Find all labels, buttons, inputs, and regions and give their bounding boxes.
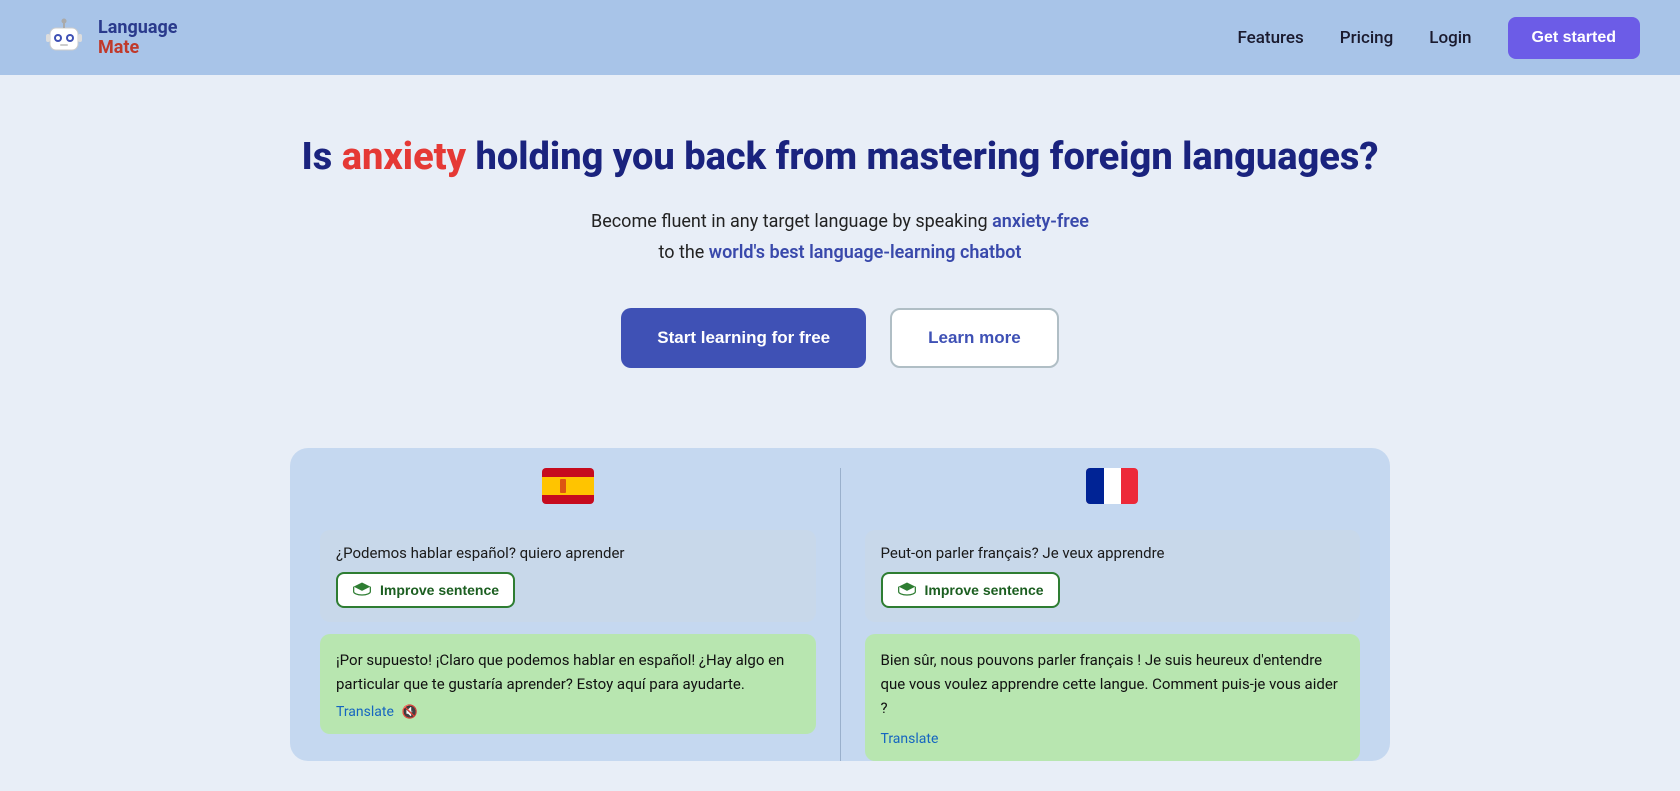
improve-sentence-button-es[interactable]: Improve sentence — [336, 572, 515, 608]
logo-mate-text: Mate — [98, 38, 177, 58]
improve-label-es: Improve sentence — [380, 582, 499, 598]
logo-text: Language Mate — [98, 18, 177, 58]
hero-subtext: Become fluent in any target language by … — [20, 207, 1660, 268]
sub-world-best: world's best language-learning chatbot — [709, 242, 1022, 263]
hero-heading: Is anxiety holding you back from masteri… — [20, 135, 1660, 179]
nav-features-link[interactable]: Features — [1237, 28, 1303, 48]
french-chat-panel: Peut-on parler français? Je veux apprend… — [865, 468, 1361, 761]
navbar: Language Mate Features Pricing Login Get… — [0, 0, 1680, 75]
spanish-bot-bubble: ¡Por supuesto! ¡Claro que podemos hablar… — [320, 634, 816, 734]
logo-language-text: Language — [98, 18, 177, 38]
logo[interactable]: Language Mate — [40, 14, 177, 62]
heading-part2: holding you back from mastering foreign … — [466, 135, 1378, 179]
improve-label-fr: Improve sentence — [925, 582, 1044, 598]
learn-more-button[interactable]: Learn more — [890, 308, 1059, 368]
spanish-chat-panel: ¿Podemos hablar español? quiero aprender… — [320, 468, 816, 761]
heading-anxiety: anxiety — [342, 135, 466, 179]
nav-login-link[interactable]: Login — [1429, 28, 1471, 48]
spanish-bot-text: ¡Por supuesto! ¡Claro que podemos hablar… — [336, 648, 800, 696]
hero-buttons: Start learning for free Learn more — [20, 308, 1660, 368]
spanish-user-text: ¿Podemos hablar español? quiero aprender — [336, 544, 800, 562]
spanish-flag-icon — [542, 468, 594, 504]
start-learning-button[interactable]: Start learning for free — [621, 308, 866, 368]
sub-part2: to the — [659, 242, 709, 263]
french-bot-bubble: Bien sûr, nous pouvons parler français !… — [865, 634, 1361, 761]
get-started-button[interactable]: Get started — [1508, 17, 1640, 59]
panel-divider — [840, 468, 841, 761]
improve-sentence-button-fr[interactable]: Improve sentence — [881, 572, 1060, 608]
french-translate-link[interactable]: Translate — [881, 731, 939, 747]
french-bot-text: Bien sûr, nous pouvons parler français !… — [881, 648, 1345, 720]
french-user-text: Peut-on parler français? Je veux apprend… — [881, 544, 1345, 562]
sub-part1: Become fluent in any target language by … — [591, 211, 992, 232]
hero-section: Is anxiety holding you back from masteri… — [0, 75, 1680, 448]
graduation-icon-fr — [897, 580, 917, 600]
heading-part1: Is — [301, 135, 341, 179]
demo-section: ¿Podemos hablar español? quiero aprender… — [0, 448, 1680, 761]
nav-links: Features Pricing Login Get started — [1237, 17, 1640, 59]
nav-pricing-link[interactable]: Pricing — [1340, 28, 1394, 48]
demo-container: ¿Podemos hablar español? quiero aprender… — [290, 448, 1390, 761]
mute-icon-es: 🔇 — [402, 705, 418, 720]
spanish-translate-link[interactable]: Translate — [336, 704, 394, 720]
french-user-bubble: Peut-on parler français? Je veux apprend… — [865, 530, 1361, 622]
sub-anxiety-free: anxiety-free — [992, 211, 1089, 232]
spanish-flag-header — [320, 468, 816, 510]
logo-icon — [40, 14, 88, 62]
french-flag-header — [865, 468, 1361, 510]
graduation-icon-es — [352, 580, 372, 600]
spanish-user-bubble: ¿Podemos hablar español? quiero aprender… — [320, 530, 816, 622]
french-flag-icon — [1086, 468, 1138, 504]
